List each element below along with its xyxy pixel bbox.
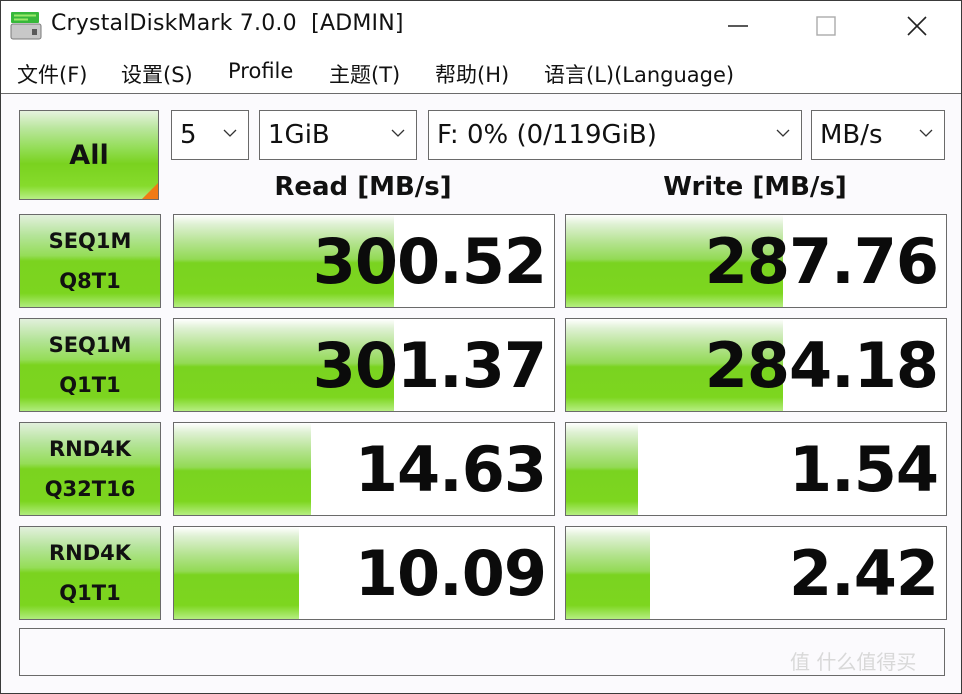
- run-all-label: All: [69, 139, 109, 171]
- read-value: 14.63: [354, 432, 547, 506]
- read-value: 300.52: [312, 224, 547, 298]
- test-name: SEQ1M: [48, 333, 132, 357]
- write-value: 2.42: [789, 536, 939, 610]
- app-window: CrystalDiskMark 7.0.0 [ADMIN] 文件(F) 设置(S…: [0, 0, 962, 694]
- write-value: 287.76: [704, 224, 939, 298]
- write-value: 1.54: [789, 432, 939, 506]
- test-count-value: 5: [180, 120, 197, 150]
- test-button[interactable]: SEQ1M Q1T1: [19, 318, 161, 412]
- menu-language[interactable]: 语言(L)(Language): [544, 59, 734, 89]
- read-result: 14.63: [173, 422, 555, 516]
- write-result: 284.18: [565, 318, 947, 412]
- minimize-button[interactable]: [708, 1, 768, 51]
- menu-profile[interactable]: Profile: [228, 59, 293, 83]
- chevron-down-icon: [391, 129, 405, 137]
- app-disk-icon: [10, 12, 42, 40]
- unit-select[interactable]: MB/s: [811, 110, 945, 160]
- maximize-button[interactable]: [796, 1, 856, 51]
- test-params: Q1T1: [59, 373, 121, 397]
- test-size-value: 1GiB: [268, 120, 330, 150]
- unit-value: MB/s: [820, 120, 883, 150]
- read-result: 301.37: [173, 318, 555, 412]
- read-value: 301.37: [312, 328, 547, 402]
- close-icon: [907, 16, 927, 36]
- read-result: 300.52: [173, 214, 555, 308]
- drive-select[interactable]: F: 0% (0/119GiB): [428, 110, 802, 160]
- menu-theme[interactable]: 主题(T): [329, 59, 400, 89]
- watermark: 值 什么值得买: [790, 650, 917, 674]
- test-name: RND4K: [48, 541, 132, 565]
- test-count-select[interactable]: 5: [171, 110, 249, 160]
- test-button[interactable]: SEQ1M Q8T1: [19, 214, 161, 308]
- maximize-icon: [816, 16, 836, 36]
- minimize-icon: [728, 25, 748, 27]
- write-value: 284.18: [704, 328, 939, 402]
- main-panel: All 5 1GiB F: 0% (0/119GiB) MB/s Read [M…: [1, 94, 961, 693]
- read-header: Read [MB/s]: [274, 172, 452, 202]
- chevron-down-icon: [919, 129, 933, 137]
- menu-file[interactable]: 文件(F): [17, 59, 87, 89]
- menu-bar: 文件(F) 设置(S) Profile 主题(T) 帮助(H) 语言(L)(La…: [1, 53, 961, 94]
- write-header: Write [MB/s]: [663, 172, 847, 202]
- test-button[interactable]: RND4K Q1T1: [19, 526, 161, 620]
- menu-settings[interactable]: 设置(S): [121, 59, 193, 89]
- chevron-down-icon: [776, 129, 790, 137]
- write-result: 287.76: [565, 214, 947, 308]
- close-button[interactable]: [887, 1, 947, 51]
- test-params: Q1T1: [59, 581, 121, 605]
- write-progress-bar: [566, 527, 650, 619]
- read-progress-bar: [174, 527, 300, 619]
- corner-indicator: [142, 183, 158, 199]
- test-params: Q32T16: [44, 477, 136, 501]
- drive-value: F: 0% (0/119GiB): [437, 120, 657, 150]
- run-all-button[interactable]: All: [19, 110, 159, 200]
- read-value: 10.09: [354, 536, 547, 610]
- read-result: 10.09: [173, 526, 555, 620]
- chevron-down-icon: [223, 129, 237, 137]
- test-params: Q8T1: [59, 269, 121, 293]
- title-bar[interactable]: CrystalDiskMark 7.0.0 [ADMIN]: [1, 1, 961, 51]
- write-progress-bar: [566, 423, 639, 515]
- test-size-select[interactable]: 1GiB: [259, 110, 417, 160]
- write-result: 1.54: [565, 422, 947, 516]
- test-name: SEQ1M: [48, 229, 132, 253]
- test-name: RND4K: [48, 437, 132, 461]
- window-title: CrystalDiskMark 7.0.0 [ADMIN]: [51, 11, 404, 36]
- read-progress-bar: [174, 423, 311, 515]
- menu-help[interactable]: 帮助(H): [435, 59, 509, 89]
- write-result: 2.42: [565, 526, 947, 620]
- test-button[interactable]: RND4K Q32T16: [19, 422, 161, 516]
